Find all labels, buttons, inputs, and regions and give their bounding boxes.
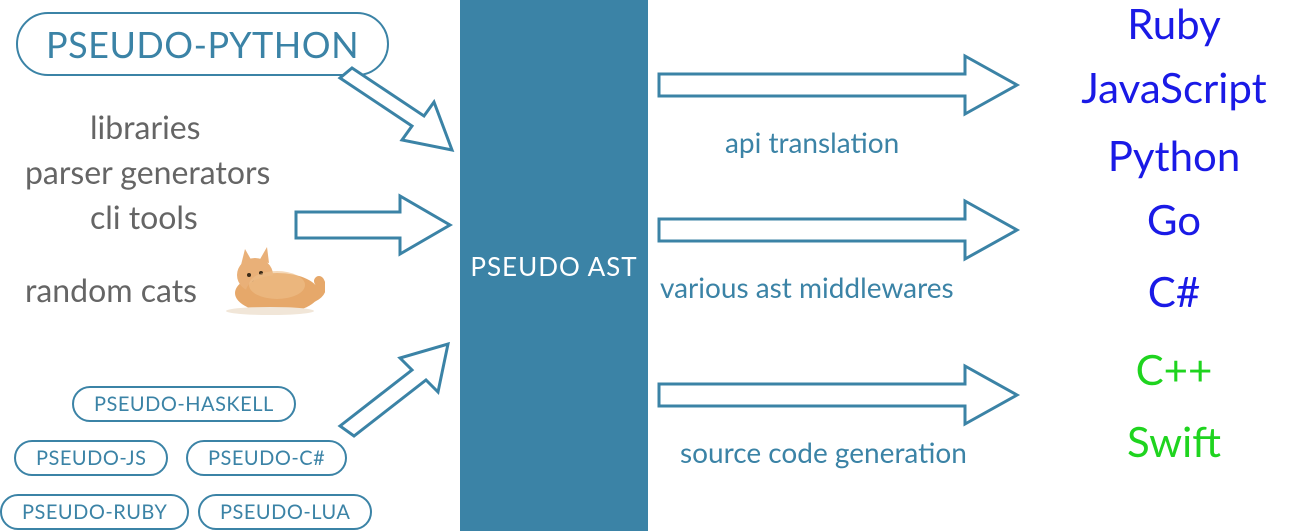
input-text-parser-generators: parser generators [25, 150, 270, 193]
pseudo-ast-block: PSEUDO AST [460, 0, 648, 531]
input-text-random-cats: random cats [25, 268, 197, 311]
arrow-in-top [330, 60, 460, 180]
input-text-libraries: libraries [90, 105, 201, 148]
arrow-out-2 [655, 195, 1025, 265]
lang-swift: Swift [1034, 416, 1314, 466]
arrow-in-bottom [330, 330, 460, 440]
input-text-cli-tools: cli tools [90, 195, 198, 238]
lang-ruby: Ruby [1034, 0, 1314, 48]
lang-csharp: C# [1034, 266, 1314, 316]
arrow-in-mid [290, 190, 460, 260]
pill-pseudo-js: PSEUDO-JS [14, 440, 168, 476]
arrow-out-1 [655, 50, 1025, 120]
pill-pseudo-csharp: PSEUDO-C# [186, 440, 347, 476]
caption-middlewares: various ast middlewares [660, 270, 954, 304]
caption-codegen: source code generation [680, 435, 967, 469]
arrow-out-3 [655, 360, 1025, 430]
pill-pseudo-haskell: PSEUDO-HASKELL [72, 386, 296, 422]
lang-python: Python [1034, 130, 1314, 180]
pseudo-ast-label: PSEUDO AST [470, 250, 637, 282]
pill-pseudo-ruby: PSEUDO-RUBY [0, 494, 189, 530]
caption-api-translation: api translation [725, 125, 899, 159]
lang-cpp: C++ [1034, 344, 1314, 394]
lang-go: Go [1034, 194, 1314, 244]
pill-pseudo-lua: PSEUDO-LUA [198, 494, 372, 530]
lang-javascript: JavaScript [1034, 62, 1314, 112]
